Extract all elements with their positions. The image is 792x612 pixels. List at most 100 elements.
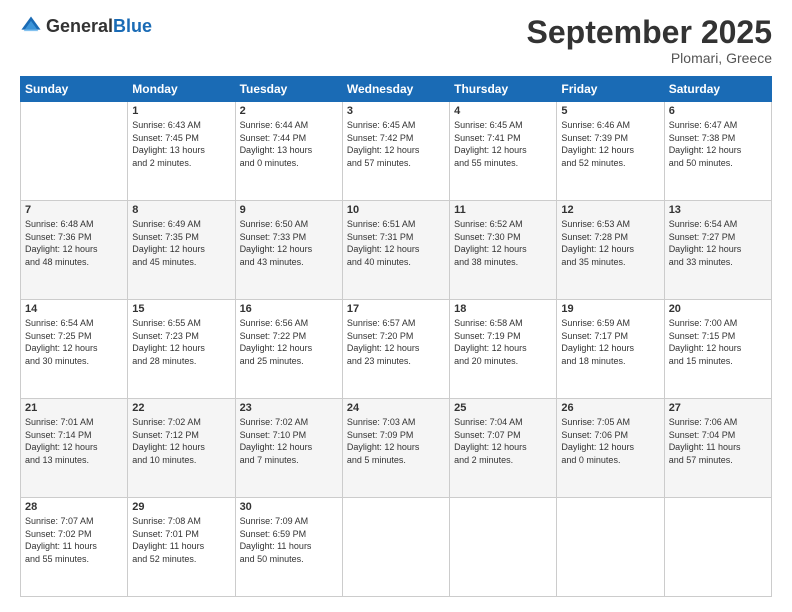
col-header-friday: Friday <box>557 77 664 102</box>
day-number: 8 <box>132 204 230 216</box>
day-info: Sunrise: 7:07 AM Sunset: 7:02 PM Dayligh… <box>25 515 123 565</box>
calendar-cell <box>21 102 128 201</box>
col-header-thursday: Thursday <box>450 77 557 102</box>
calendar-cell: 4Sunrise: 6:45 AM Sunset: 7:41 PM Daylig… <box>450 102 557 201</box>
week-row-3: 21Sunrise: 7:01 AM Sunset: 7:14 PM Dayli… <box>21 399 772 498</box>
day-info: Sunrise: 6:54 AM Sunset: 7:25 PM Dayligh… <box>25 317 123 367</box>
day-number: 11 <box>454 204 552 216</box>
day-number: 17 <box>347 303 445 315</box>
calendar-cell: 23Sunrise: 7:02 AM Sunset: 7:10 PM Dayli… <box>235 399 342 498</box>
calendar-cell: 27Sunrise: 7:06 AM Sunset: 7:04 PM Dayli… <box>664 399 771 498</box>
logo-blue: Blue <box>113 16 152 36</box>
header: GeneralBlue September 2025 Plomari, Gree… <box>20 15 772 66</box>
calendar-cell <box>557 498 664 597</box>
calendar-cell <box>664 498 771 597</box>
col-header-wednesday: Wednesday <box>342 77 449 102</box>
day-info: Sunrise: 7:02 AM Sunset: 7:12 PM Dayligh… <box>132 416 230 466</box>
day-info: Sunrise: 7:05 AM Sunset: 7:06 PM Dayligh… <box>561 416 659 466</box>
calendar-cell: 21Sunrise: 7:01 AM Sunset: 7:14 PM Dayli… <box>21 399 128 498</box>
day-info: Sunrise: 6:58 AM Sunset: 7:19 PM Dayligh… <box>454 317 552 367</box>
day-info: Sunrise: 6:48 AM Sunset: 7:36 PM Dayligh… <box>25 218 123 268</box>
day-info: Sunrise: 6:47 AM Sunset: 7:38 PM Dayligh… <box>669 119 767 169</box>
calendar-cell: 24 Sunrise: 7:03 AM Sunset: 7:09 PM Dayli… <box>342 399 449 498</box>
day-number: 5 <box>561 105 659 117</box>
day-info: Sunrise: 6:52 AM Sunset: 7:30 PM Dayligh… <box>454 218 552 268</box>
day-number: 21 <box>25 402 123 414</box>
logo: GeneralBlue <box>20 15 152 37</box>
calendar-cell <box>450 498 557 597</box>
calendar-cell <box>342 498 449 597</box>
calendar-cell: 29 Sunrise: 7:08 AM Sunset: 7:01 PM Dayli… <box>128 498 235 597</box>
day-info: Sunrise: 6:46 AM Sunset: 7:39 PM Dayligh… <box>561 119 659 169</box>
day-number: 29 <box>132 501 230 513</box>
calendar-cell: 30 Sunrise: 7:09 AM Sunset: 6:59 PM Dayli… <box>235 498 342 597</box>
logo-general: General <box>46 16 113 36</box>
calendar-cell: 5 Sunrise: 6:46 AM Sunset: 7:39 PM Daylig… <box>557 102 664 201</box>
calendar-cell: 13Sunrise: 6:54 AM Sunset: 7:27 PM Dayli… <box>664 201 771 300</box>
month-title: September 2025 <box>527 15 772 50</box>
calendar-cell: 3 Sunrise: 6:45 AM Sunset: 7:42 PM Daylig… <box>342 102 449 201</box>
day-info: Sunrise: 6:57 AM Sunset: 7:20 PM Dayligh… <box>347 317 445 367</box>
day-number: 20 <box>669 303 767 315</box>
calendar-cell: 25Sunrise: 7:04 AM Sunset: 7:07 PM Dayli… <box>450 399 557 498</box>
location: Plomari, Greece <box>527 50 772 66</box>
day-number: 30 <box>240 501 338 513</box>
day-number: 26 <box>561 402 659 414</box>
day-number: 27 <box>669 402 767 414</box>
day-number: 13 <box>669 204 767 216</box>
day-info: Sunrise: 6:56 AM Sunset: 7:22 PM Dayligh… <box>240 317 338 367</box>
day-info: Sunrise: 7:00 AM Sunset: 7:15 PM Dayligh… <box>669 317 767 367</box>
day-number: 10 <box>347 204 445 216</box>
day-number: 2 <box>240 105 338 117</box>
calendar-cell: 2 Sunrise: 6:44 AM Sunset: 7:44 PM Daylig… <box>235 102 342 201</box>
day-number: 15 <box>132 303 230 315</box>
calendar-cell: 6 Sunrise: 6:47 AM Sunset: 7:38 PM Daylig… <box>664 102 771 201</box>
logo-icon <box>20 15 42 37</box>
day-number: 1 <box>132 105 230 117</box>
day-number: 25 <box>454 402 552 414</box>
day-number: 12 <box>561 204 659 216</box>
day-number: 24 <box>347 402 445 414</box>
day-number: 7 <box>25 204 123 216</box>
day-info: Sunrise: 7:03 AM Sunset: 7:09 PM Dayligh… <box>347 416 445 466</box>
day-number: 4 <box>454 105 552 117</box>
day-info: Sunrise: 7:09 AM Sunset: 6:59 PM Dayligh… <box>240 515 338 565</box>
day-info: Sunrise: 6:44 AM Sunset: 7:44 PM Dayligh… <box>240 119 338 169</box>
day-number: 28 <box>25 501 123 513</box>
logo-text: GeneralBlue <box>46 16 152 37</box>
calendar-cell: 20 Sunrise: 7:00 AM Sunset: 7:15 PM Dayli… <box>664 300 771 399</box>
day-number: 6 <box>669 105 767 117</box>
calendar-cell: 17 Sunrise: 6:57 AM Sunset: 7:20 PM Dayli… <box>342 300 449 399</box>
day-number: 19 <box>561 303 659 315</box>
calendar-cell: 9Sunrise: 6:50 AM Sunset: 7:33 PM Daylig… <box>235 201 342 300</box>
calendar-cell: 10 Sunrise: 6:51 AM Sunset: 7:31 PM Dayli… <box>342 201 449 300</box>
day-info: Sunrise: 6:45 AM Sunset: 7:42 PM Dayligh… <box>347 119 445 169</box>
calendar-table: SundayMondayTuesdayWednesdayThursdayFrid… <box>20 76 772 597</box>
col-header-tuesday: Tuesday <box>235 77 342 102</box>
day-info: Sunrise: 6:43 AM Sunset: 7:45 PM Dayligh… <box>132 119 230 169</box>
calendar-cell: 7 Sunrise: 6:48 AM Sunset: 7:36 PM Daylig… <box>21 201 128 300</box>
calendar-cell: 11 Sunrise: 6:52 AM Sunset: 7:30 PM Dayli… <box>450 201 557 300</box>
calendar-cell: 8Sunrise: 6:49 AM Sunset: 7:35 PM Daylig… <box>128 201 235 300</box>
calendar-header-row: SundayMondayTuesdayWednesdayThursdayFrid… <box>21 77 772 102</box>
calendar-cell: 1 Sunrise: 6:43 AM Sunset: 7:45 PM Daylig… <box>128 102 235 201</box>
day-number: 9 <box>240 204 338 216</box>
day-number: 18 <box>454 303 552 315</box>
calendar-cell: 16Sunrise: 6:56 AM Sunset: 7:22 PM Dayli… <box>235 300 342 399</box>
day-info: Sunrise: 7:08 AM Sunset: 7:01 PM Dayligh… <box>132 515 230 565</box>
calendar-cell: 15Sunrise: 6:55 AM Sunset: 7:23 PM Dayli… <box>128 300 235 399</box>
col-header-saturday: Saturday <box>664 77 771 102</box>
week-row-0: 1 Sunrise: 6:43 AM Sunset: 7:45 PM Daylig… <box>21 102 772 201</box>
day-number: 3 <box>347 105 445 117</box>
page: GeneralBlue September 2025 Plomari, Gree… <box>0 0 792 612</box>
day-info: Sunrise: 6:51 AM Sunset: 7:31 PM Dayligh… <box>347 218 445 268</box>
week-row-1: 7 Sunrise: 6:48 AM Sunset: 7:36 PM Daylig… <box>21 201 772 300</box>
day-info: Sunrise: 7:02 AM Sunset: 7:10 PM Dayligh… <box>240 416 338 466</box>
day-info: Sunrise: 6:53 AM Sunset: 7:28 PM Dayligh… <box>561 218 659 268</box>
day-number: 14 <box>25 303 123 315</box>
calendar-cell: 28 Sunrise: 7:07 AM Sunset: 7:02 PM Dayli… <box>21 498 128 597</box>
calendar-cell: 12 Sunrise: 6:53 AM Sunset: 7:28 PM Dayli… <box>557 201 664 300</box>
calendar-cell: 22Sunrise: 7:02 AM Sunset: 7:12 PM Dayli… <box>128 399 235 498</box>
calendar-cell: 26 Sunrise: 7:05 AM Sunset: 7:06 PM Dayli… <box>557 399 664 498</box>
day-info: Sunrise: 6:59 AM Sunset: 7:17 PM Dayligh… <box>561 317 659 367</box>
